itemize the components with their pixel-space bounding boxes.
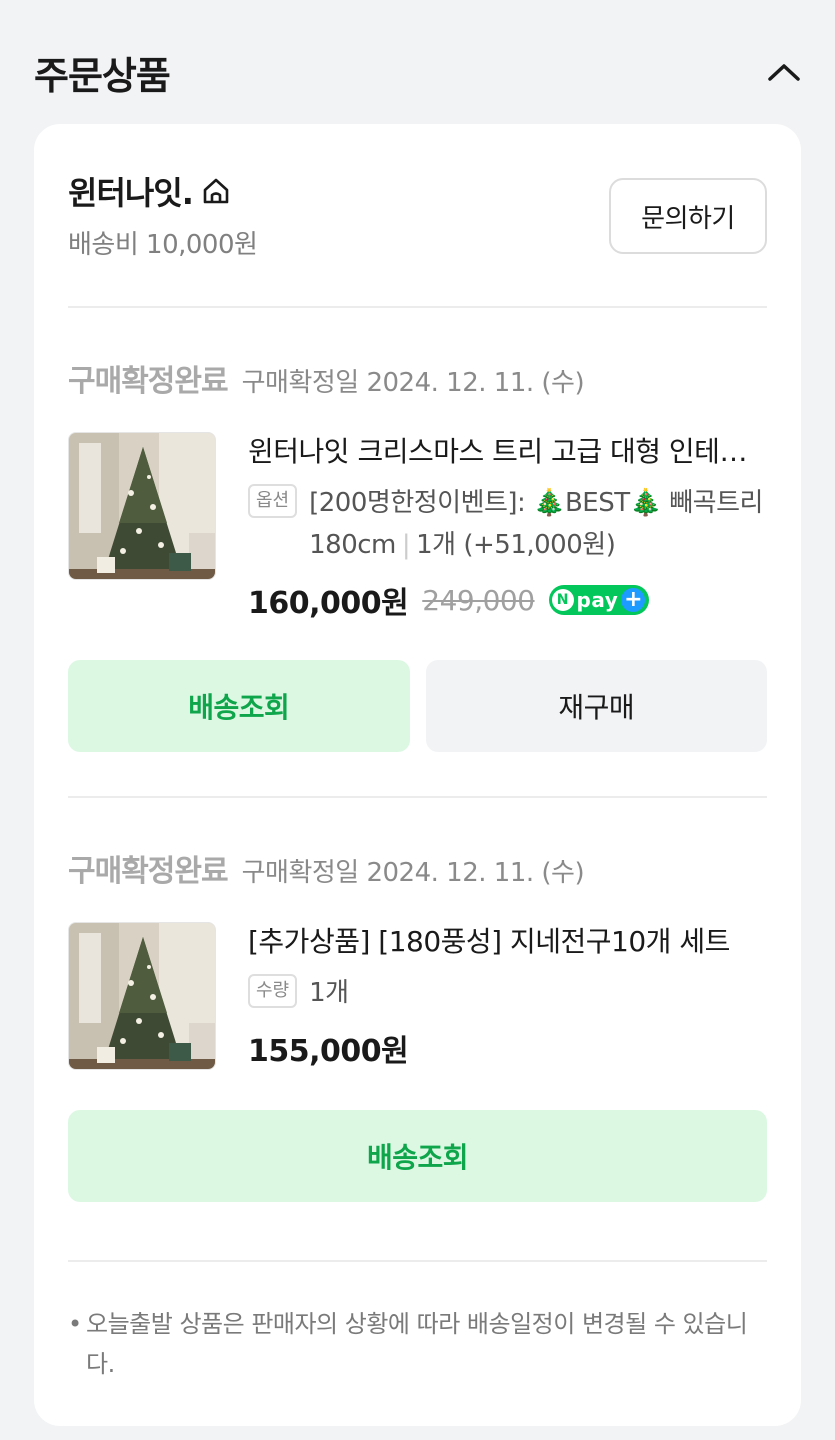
product-name[interactable]: [추가상품] [180풍성] 지네전구10개 세트	[248, 922, 768, 962]
confirm-date: 구매확정일 2024. 12. 11. (수)	[241, 858, 585, 888]
npay-plus-badge: N pay +	[548, 585, 650, 615]
inquiry-button[interactable]: 문의하기	[609, 178, 767, 254]
product-thumbnail[interactable]	[68, 432, 216, 580]
option-separator: |	[401, 530, 411, 560]
shipping-notice: • 오늘출발 상품은 판매자의 상황에 따라 배송일정이 변경될 수 있습니다.	[68, 1304, 767, 1384]
product-thumbnail[interactable]	[68, 922, 216, 1070]
track-delivery-button[interactable]: 배송조회	[68, 1110, 767, 1202]
price: 160,000원	[248, 586, 409, 621]
original-price: 249,000	[422, 583, 535, 617]
quantity-value: 1개	[309, 978, 349, 1008]
confirm-date: 구매확정일 2024. 12. 11. (수)	[241, 368, 585, 398]
collapse-button[interactable]	[764, 52, 804, 92]
store-home-icon[interactable]	[201, 176, 231, 206]
quantity-tag: 수량	[248, 974, 298, 1008]
order-status: 구매확정완료	[68, 364, 229, 399]
product-name[interactable]: 윈터나잇 크리스마스 트리 고급 대형 인테리어 트리	[248, 432, 768, 472]
section-title: 주문상품	[34, 53, 171, 98]
track-delivery-button[interactable]: 배송조회	[68, 660, 410, 752]
price: 155,000원	[248, 1034, 409, 1069]
option-tag: 옵션	[248, 484, 298, 518]
chevron-up-icon	[768, 64, 800, 81]
rebuy-button[interactable]: 재구매	[425, 660, 767, 752]
divider	[68, 1260, 767, 1262]
plus-icon: +	[621, 588, 646, 612]
order-status: 구매확정완료	[68, 854, 229, 889]
seller-name[interactable]: 윈터나잇.	[68, 168, 194, 214]
seller-info: 윈터나잇. 배송비 10,000원 문의하기	[68, 170, 767, 260]
order-card: 윈터나잇. 배송비 10,000원 문의하기 구매확정완료 구매확정일 2024…	[34, 124, 801, 1426]
option-quantity: 1개 (+51,000원)	[416, 530, 616, 560]
divider	[68, 796, 767, 798]
naver-n-icon: N	[551, 589, 574, 611]
notice-bullet: •	[68, 1310, 82, 1338]
order-products-header: 주문상품	[34, 44, 804, 100]
divider	[68, 306, 767, 308]
order-item: 구매확정완료 구매확정일 2024. 12. 11. (수)	[68, 846, 767, 1206]
order-item: 구매확정완료 구매확정일 2024. 12. 11. (수)	[68, 356, 768, 756]
npay-label: pay	[576, 588, 619, 612]
notice-text: 오늘출발 상품은 판매자의 상황에 따라 배송일정이 변경될 수 있습니다.	[86, 1310, 748, 1378]
